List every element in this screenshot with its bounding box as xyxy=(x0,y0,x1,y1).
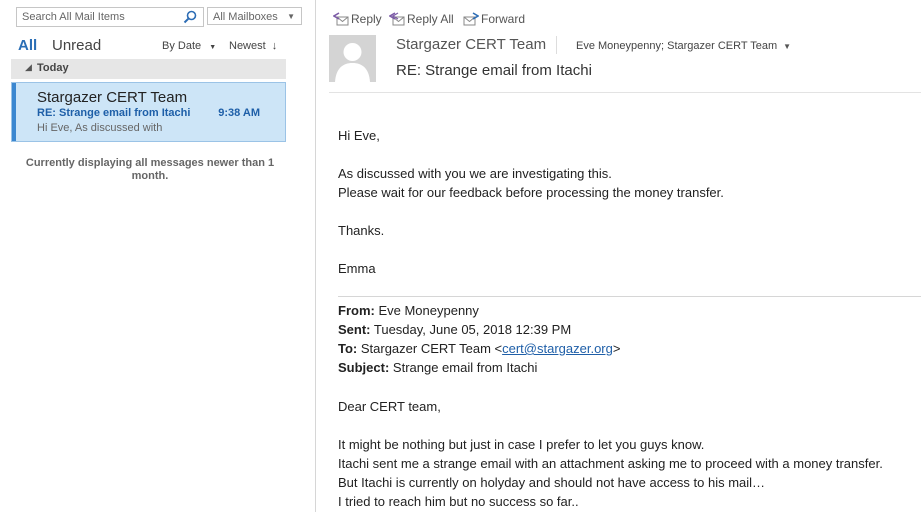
filter-unread-tab[interactable]: Unread xyxy=(52,37,101,54)
forward-label: Forward xyxy=(481,12,526,26)
quoted-line: But Itachi is currently on holyday and s… xyxy=(338,475,766,490)
message-list-pane: All Mailboxes ▼ All Unread By Date ▼ New… xyxy=(0,0,316,512)
email-link[interactable]: cert@stargazer.org xyxy=(502,341,613,356)
person-icon xyxy=(335,43,370,82)
sort-by-dropdown[interactable]: By Date ▼ xyxy=(162,40,216,52)
reply-icon xyxy=(333,12,349,26)
quoted-to: To: Stargazer CERT Team <cert@stargazer.… xyxy=(338,341,620,356)
quoted-from: From: Eve Moneypenny xyxy=(338,303,479,318)
quoted-to-label: To: xyxy=(338,341,358,356)
arrow-down-icon: ↓ xyxy=(271,40,278,52)
quoted-line: It might be nothing but just in case I p… xyxy=(338,437,705,452)
header-separator xyxy=(329,92,921,93)
reply-label: Reply xyxy=(351,12,382,26)
message-recipients[interactable]: Eve Moneypenny; Stargazer CERT Team ▼ xyxy=(576,40,791,52)
group-label: Today xyxy=(37,62,69,74)
quoted-sent-label: Sent: xyxy=(338,322,371,337)
chevron-down-icon: ▼ xyxy=(209,44,217,51)
body-greeting: Hi Eve, xyxy=(338,128,380,143)
body-line: As discussed with you we are investigati… xyxy=(338,166,612,181)
sort-by-label: By Date xyxy=(162,40,202,52)
mail-subject: RE: Strange email from Itachi xyxy=(37,107,191,119)
quoted-from-label: From: xyxy=(338,303,375,318)
reply-all-icon xyxy=(389,12,405,26)
search-box[interactable] xyxy=(16,7,204,27)
filter-all-tab[interactable]: All xyxy=(18,37,37,54)
collapse-triangle-icon: ◢ xyxy=(25,62,32,72)
body-line: Please wait for our feedback before proc… xyxy=(338,185,724,200)
quoted-sent: Sent: Tuesday, June 05, 2018 12:39 PM xyxy=(338,322,571,337)
sort-order-label: Newest xyxy=(229,40,266,52)
quoted-greeting: Dear CERT team, xyxy=(338,399,441,414)
list-filter-note: Currently displaying all messages newer … xyxy=(25,157,275,182)
chevron-down-icon: ▼ xyxy=(783,42,792,51)
reply-all-label: Reply All xyxy=(407,12,454,26)
quoted-subject-label: Subject: xyxy=(338,360,390,375)
body-line: Thanks. xyxy=(338,223,385,238)
chevron-down-icon: ▼ xyxy=(287,12,295,21)
forward-icon xyxy=(463,12,479,26)
body-signature: Emma xyxy=(338,261,376,276)
group-header-today[interactable]: ◢ Today xyxy=(11,59,286,79)
list-item[interactable]: Stargazer CERT Team RE: Strange email fr… xyxy=(11,82,286,142)
search-input[interactable] xyxy=(17,8,182,26)
mail-preview: Hi Eve, As discussed with xyxy=(37,122,163,134)
search-icon[interactable] xyxy=(183,10,197,24)
mailbox-scope-label: All Mailboxes xyxy=(213,11,278,23)
sender-avatar[interactable] xyxy=(329,35,376,82)
message-subject: RE: Strange email from Itachi xyxy=(396,62,592,79)
quoted-to-close: > xyxy=(612,341,621,356)
quoted-subject-value: Strange email from Itachi xyxy=(389,360,538,375)
mailbox-scope-dropdown[interactable]: All Mailboxes ▼ xyxy=(207,7,302,25)
header-divider xyxy=(556,36,557,54)
selection-indicator xyxy=(12,83,16,141)
quote-separator xyxy=(338,296,921,297)
quoted-line: I tried to reach him but no success so f… xyxy=(338,494,579,509)
sort-order-toggle[interactable]: Newest ↓ xyxy=(229,40,277,52)
message-sender[interactable]: Stargazer CERT Team xyxy=(396,36,546,53)
quoted-line: Itachi sent me a strange email with an a… xyxy=(338,456,883,471)
recipients-label: Eve Moneypenny; Stargazer CERT Team xyxy=(576,40,778,52)
mail-time: 9:38 AM xyxy=(218,107,260,119)
quoted-sent-value: Tuesday, June 05, 2018 12:39 PM xyxy=(370,322,572,337)
quoted-from-value: Eve Moneypenny xyxy=(374,303,479,318)
quoted-to-value: Stargazer CERT Team < xyxy=(357,341,503,356)
mail-sender: Stargazer CERT Team xyxy=(37,89,188,106)
quoted-subject: Subject: Strange email from Itachi xyxy=(338,360,537,375)
